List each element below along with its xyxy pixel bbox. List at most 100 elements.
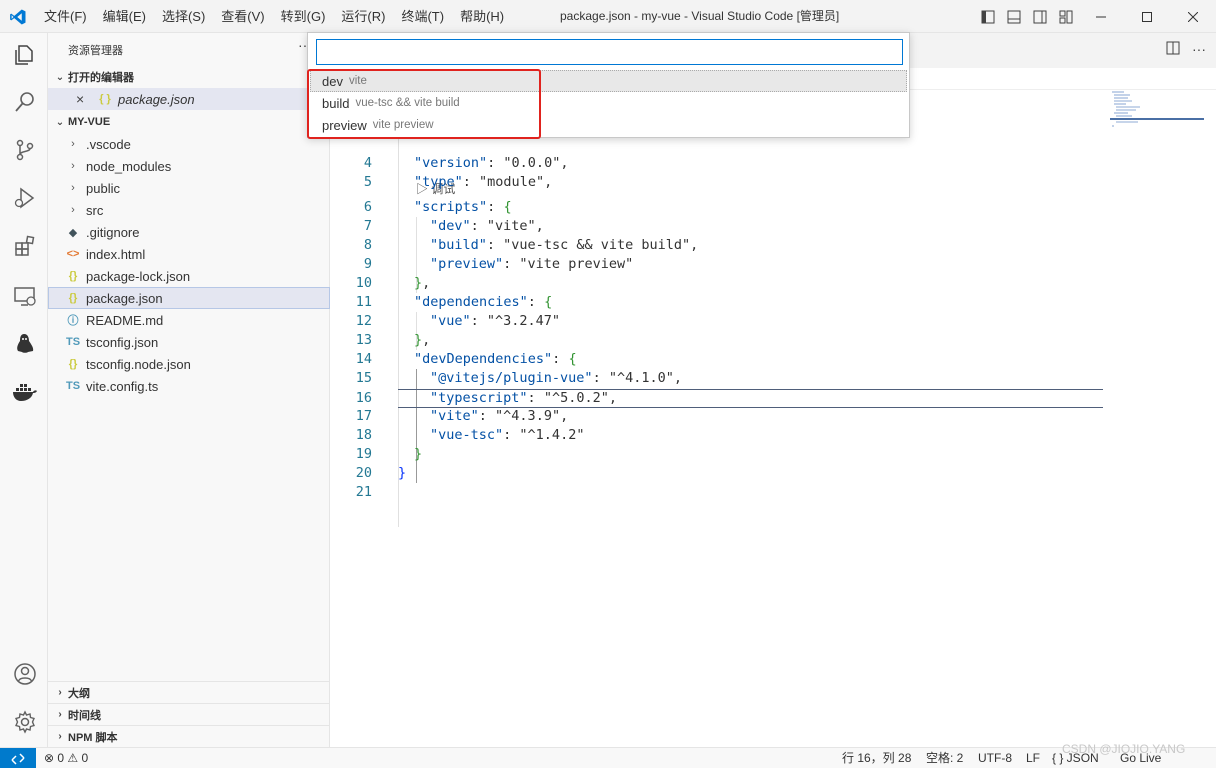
tree-file[interactable]: ◆ .gitignore [48, 221, 330, 243]
editor-actions: ··· [1166, 41, 1206, 58]
code-editor[interactable]: ▷ 调试 4 "version": "0.0.0", 5 "type": "modul… [330, 33, 1110, 747]
cursor-position-status[interactable]: 行 16，列 28 [842, 748, 911, 768]
account-icon[interactable] [12, 661, 38, 687]
minimize-icon[interactable] [1078, 0, 1124, 33]
line-number: 13 [355, 332, 372, 348]
close-window-icon[interactable] [1170, 0, 1216, 33]
line-number: 17 [355, 408, 372, 424]
project-label: MY-VUE [68, 116, 111, 128]
tree-folder[interactable]: › public [48, 177, 330, 199]
toggle-secondary-sidebar-icon[interactable] [1030, 7, 1050, 27]
remote-explorer-icon[interactable] [12, 283, 38, 309]
quick-pick-item-label: dev [322, 73, 343, 89]
tree-folder[interactable]: › .vscode [48, 133, 330, 155]
toggle-panel-icon[interactable] [1004, 7, 1024, 27]
code-text: "dev": "vite", [430, 218, 544, 234]
docker-icon[interactable] [12, 379, 38, 405]
tree-file[interactable]: ⓘ README.md [48, 309, 330, 331]
vscode-logo-icon [10, 9, 26, 25]
more-editor-actions-icon[interactable]: ··· [1192, 41, 1206, 58]
tree-folder[interactable]: › node_modules [48, 155, 330, 177]
menu-edit[interactable]: 编辑(E) [95, 0, 154, 33]
file-type-icon: TS [66, 336, 81, 348]
source-control-icon[interactable] [12, 137, 38, 163]
tree-item-label: .vscode [86, 136, 131, 152]
chevron-right-icon: › [71, 138, 75, 150]
quick-pick-item-build[interactable]: build vue-tsc && vite build [310, 92, 907, 114]
line-number: 10 [355, 275, 372, 291]
linux-penguin-icon[interactable] [12, 331, 38, 357]
code-text: } [398, 465, 407, 481]
customize-layout-icon[interactable] [1056, 7, 1076, 27]
quick-pick-item-preview[interactable]: preview vite preview [310, 114, 907, 136]
file-type-icon: {} [68, 292, 78, 304]
code-text: }, [414, 275, 431, 291]
menu-selection[interactable]: 选择(S) [154, 0, 213, 33]
search-icon[interactable] [12, 89, 38, 115]
json-file-icon: { } [99, 93, 111, 105]
menu-view[interactable]: 查看(V) [213, 0, 272, 33]
file-type-icon: TS [66, 380, 81, 392]
tree-file[interactable]: {} tsconfig.node.json [48, 353, 330, 375]
extensions-icon[interactable] [12, 233, 38, 259]
tree-file[interactable]: {} package.json [48, 287, 330, 309]
quick-pick-item-description: vue-tsc && vite build [355, 97, 460, 109]
line-number: 14 [355, 351, 372, 367]
code-text: "vue-tsc": "^1.4.2" [430, 427, 585, 443]
eol-status[interactable]: LF [1026, 748, 1040, 768]
line-number: 16 [355, 390, 372, 406]
outline-section[interactable]: › 大纲 [48, 681, 330, 703]
encoding-status[interactable]: UTF-8 [978, 748, 1012, 768]
npm-scripts-section[interactable]: › NPM 脚本 [48, 725, 330, 747]
code-text: "vue": "^3.2.47" [430, 313, 561, 329]
split-editor-icon[interactable] [1166, 41, 1180, 58]
toggle-primary-sidebar-icon[interactable] [978, 7, 998, 27]
explorer-sidebar: 资源管理器 ··· ⌄ 打开的编辑器 × { } package.json ⌄ … [48, 33, 330, 747]
menu-terminal[interactable]: 终端(T) [393, 0, 452, 33]
chevron-down-icon: ⌄ [55, 116, 65, 128]
tree-item-label: src [86, 202, 104, 218]
line-number: 12 [355, 313, 372, 329]
settings-gear-icon[interactable] [12, 709, 38, 735]
chevron-right-icon: › [58, 731, 62, 742]
menu-run[interactable]: 运行(R) [333, 0, 393, 33]
code-text: "dependencies": { [414, 294, 553, 310]
file-type-icon: <> [66, 248, 80, 260]
run-debug-icon[interactable] [12, 185, 38, 211]
tree-file[interactable]: TS vite.config.ts [48, 375, 330, 397]
timeline-section[interactable]: › 时间线 [48, 703, 330, 725]
tree-folder[interactable]: › src [48, 199, 330, 221]
tree-file[interactable]: TS tsconfig.json [48, 331, 330, 353]
open-editors-header[interactable]: ⌄ 打开的编辑器 [48, 66, 330, 88]
tree-item-label: vite.config.ts [86, 378, 159, 394]
tree-item-label: package.json [86, 290, 163, 306]
code-text: "scripts": { [414, 199, 512, 215]
project-header[interactable]: ⌄ MY-VUE [48, 111, 330, 133]
indentation-status[interactable]: 空格: 2 [926, 748, 963, 768]
line-number: 11 [355, 294, 372, 310]
tree-item-label: index.html [86, 246, 146, 262]
menu-file[interactable]: 文件(F) [36, 0, 95, 33]
quick-pick-panel: dev vite build vue-tsc && vite build pre… [307, 32, 910, 138]
tree-file[interactable]: <> index.html [48, 243, 330, 265]
line-number: 18 [355, 427, 372, 443]
problems-status[interactable]: ⊗ 0 ⚠ 0 [44, 748, 88, 768]
quick-pick-input[interactable] [316, 39, 903, 65]
open-editor-item[interactable]: × { } package.json [48, 88, 330, 110]
chevron-right-icon: › [71, 204, 75, 216]
title-bar: 文件(F) 编辑(E) 选择(S) 查看(V) 转到(G) 运行(R) 终端(T… [0, 0, 1216, 33]
code-text: "vite": "^4.3.9", [430, 408, 569, 424]
menu-go[interactable]: 转到(G) [273, 0, 334, 33]
chevron-right-icon: › [71, 160, 75, 172]
explorer-icon[interactable] [12, 42, 38, 68]
quick-pick-item-dev[interactable]: dev vite [310, 70, 907, 92]
quick-pick-item-description: vite [348, 75, 367, 87]
quick-pick-item-description: vite preview [372, 119, 434, 131]
close-editor-icon[interactable]: × [76, 91, 90, 107]
menu-help[interactable]: 帮助(H) [452, 0, 512, 33]
tree-file[interactable]: {} package-lock.json [48, 265, 330, 287]
vertical-scrollbar[interactable] [1202, 90, 1216, 747]
minimap[interactable] [1110, 90, 1204, 130]
maximize-icon[interactable] [1124, 0, 1170, 33]
remote-indicator-icon[interactable] [0, 748, 36, 768]
